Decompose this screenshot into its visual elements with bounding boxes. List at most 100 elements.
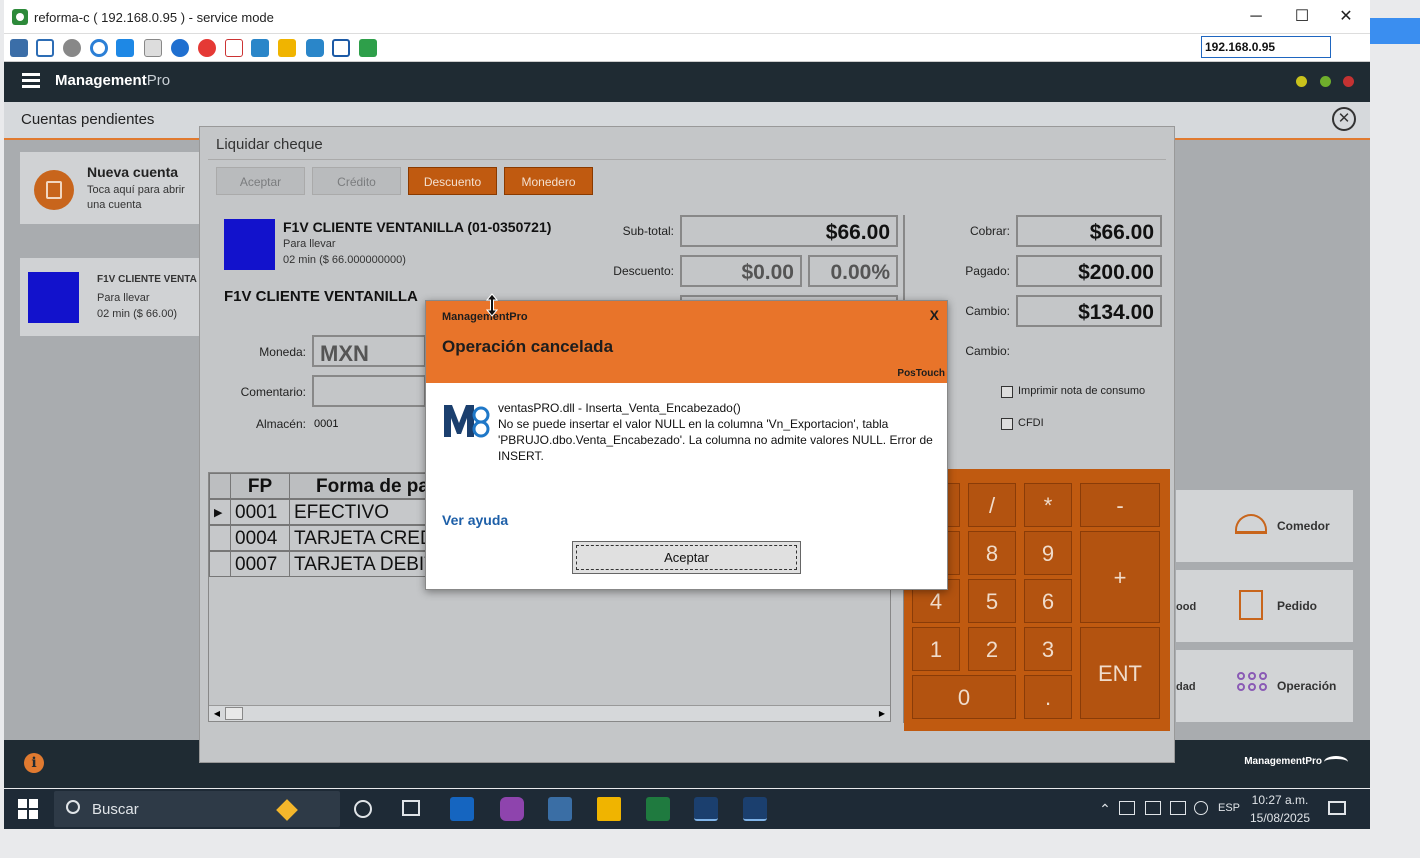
status-dot-yellow[interactable] (1296, 76, 1307, 87)
key-2[interactable]: 2 (968, 627, 1016, 671)
aceptar-button[interactable]: Aceptar (216, 167, 305, 195)
document-icon[interactable] (144, 39, 162, 57)
key-dot[interactable]: . (1024, 675, 1072, 719)
credito-button[interactable]: Crédito (312, 167, 401, 195)
tile-partial-1[interactable] (1176, 490, 1232, 562)
connection-icon[interactable] (10, 39, 28, 57)
imprimir-checkbox[interactable] (1001, 386, 1013, 398)
camera-icon[interactable] (306, 39, 324, 57)
account-card[interactable]: F1V CLIENTE VENTA Para llevar 02 min ($ … (20, 258, 210, 336)
task-view-icon[interactable] (402, 800, 420, 816)
table-row[interactable]: 0007 (230, 551, 290, 577)
key-3[interactable]: 3 (1024, 627, 1072, 671)
new-account-card[interactable]: Nueva cuenta Toca aquí para abrir una cu… (20, 152, 210, 224)
almacen-value[interactable]: 0001 (314, 418, 338, 430)
windows-key-icon[interactable] (116, 39, 134, 57)
remote-tray-icon[interactable] (1145, 801, 1161, 815)
scroll-left-arrow[interactable]: ◀ (210, 707, 224, 720)
calculator-icon[interactable] (548, 797, 572, 821)
key-minus[interactable]: - (1080, 483, 1160, 527)
cfdi-checkbox[interactable] (1001, 418, 1013, 430)
row-selector[interactable] (209, 525, 231, 551)
info-icon[interactable]: i (24, 753, 44, 773)
info-circle-icon[interactable] (171, 39, 189, 57)
outlook-icon[interactable] (450, 797, 474, 821)
key-9[interactable]: 9 (1024, 531, 1072, 575)
error-dialog-close-button[interactable]: X (930, 307, 939, 323)
monedero-button[interactable]: Monedero (504, 167, 593, 195)
tile-partial-dad[interactable]: dad (1176, 650, 1232, 722)
ip-address-field[interactable]: 192.168.0.95 (1201, 36, 1331, 58)
clock-time[interactable]: 10:27 a.m. (1248, 793, 1312, 807)
tile-comedor[interactable]: Comedor (1225, 490, 1353, 562)
clock-date[interactable]: 15/08/2025 (1248, 811, 1312, 825)
windows-taskbar: Buscar ⌃ ESP 10:27 a.m. 15/08/2025 (4, 789, 1370, 829)
folder-icon[interactable] (278, 39, 296, 57)
key-star[interactable]: * (1024, 483, 1072, 527)
language-indicator[interactable]: ESP (1216, 802, 1242, 814)
tile-partial-food[interactable]: ood (1176, 570, 1232, 642)
key-5[interactable]: 5 (968, 579, 1016, 623)
key-6[interactable]: 6 (1024, 579, 1072, 623)
tile-operacion[interactable]: Operación (1225, 650, 1353, 722)
copilot-icon[interactable] (500, 797, 524, 821)
scroll-thumb[interactable] (225, 707, 243, 720)
windows-start-icon[interactable] (18, 799, 38, 819)
fullscreen-icon[interactable] (36, 39, 54, 57)
monitor-icon[interactable] (251, 39, 269, 57)
row-selector[interactable] (209, 551, 231, 577)
descuento-pct-value[interactable]: 0.00% (808, 255, 898, 287)
table-row[interactable]: 0001 (230, 499, 290, 525)
key-plus[interactable]: + (1080, 531, 1160, 623)
descuento-value[interactable]: $0.00 (680, 255, 802, 287)
cortana-circle-icon[interactable] (354, 800, 372, 818)
network-icon[interactable] (1119, 801, 1135, 815)
key-slash[interactable]: / (968, 483, 1016, 527)
grid-header-forma[interactable]: Forma de pa (289, 473, 429, 499)
app-header: ManagementPro (4, 62, 1370, 102)
help-link[interactable]: Ver ayuda (442, 512, 508, 528)
file-explorer-icon[interactable] (597, 797, 621, 821)
moneda-field[interactable]: MXN (312, 335, 426, 367)
file-transfer-icon[interactable] (225, 39, 243, 57)
refresh-icon[interactable] (90, 39, 108, 57)
pagado-value[interactable]: $200.00 (1016, 255, 1162, 287)
minimize-button[interactable]: ─ (1236, 5, 1276, 29)
error-dialog-app-name: ManagementPro (442, 311, 528, 323)
receipt-icon (1239, 590, 1263, 620)
table-row[interactable]: 0004 (230, 525, 290, 551)
settings-gear-icon[interactable] (63, 39, 81, 57)
close-window-button[interactable]: ✕ (1326, 5, 1366, 29)
camera-tray-icon[interactable] (1194, 801, 1208, 815)
disconnect-icon[interactable] (198, 39, 216, 57)
status-dot-red[interactable] (1343, 76, 1354, 87)
key-0[interactable]: 0 (912, 675, 1016, 719)
table-row[interactable]: TARJETA DEBITO (289, 551, 429, 577)
scroll-right-arrow[interactable]: ▶ (875, 707, 889, 720)
descuento-button[interactable]: Descuento (408, 167, 497, 195)
table-row[interactable]: TARJETA CREDITO (289, 525, 429, 551)
status-dot-green[interactable] (1320, 76, 1331, 87)
excel-icon[interactable] (646, 797, 670, 821)
close-circle-icon[interactable]: ✕ (1332, 107, 1356, 131)
notifications-icon[interactable] (1328, 801, 1346, 815)
managementpro-app-icon[interactable] (694, 797, 718, 821)
error-dialog-ok-button[interactable]: Aceptar (572, 541, 801, 574)
volume-muted-icon[interactable] (1170, 801, 1186, 815)
table-row[interactable]: EFECTIVO (289, 499, 429, 525)
comentario-field[interactable] (312, 375, 426, 407)
remote-screen-icon[interactable] (332, 39, 350, 57)
hamburger-menu-icon[interactable] (22, 73, 40, 89)
tile-pedido[interactable]: Pedido (1225, 570, 1353, 642)
managementpro-app-icon-2[interactable] (743, 797, 767, 821)
tray-chevron-icon[interactable]: ⌃ (1098, 801, 1112, 818)
horizontal-scrollbar[interactable]: ◀ ▶ (209, 705, 890, 721)
grid-header-fp[interactable]: FP (230, 473, 290, 499)
key-8[interactable]: 8 (968, 531, 1016, 575)
chat-icon[interactable] (359, 39, 377, 57)
key-1[interactable]: 1 (912, 627, 960, 671)
taskbar-search-box[interactable]: Buscar (54, 791, 340, 827)
maximize-button[interactable]: ☐ (1282, 5, 1322, 29)
row-selector-arrow[interactable]: ▶ (209, 499, 231, 525)
key-enter[interactable]: ENT (1080, 627, 1160, 719)
